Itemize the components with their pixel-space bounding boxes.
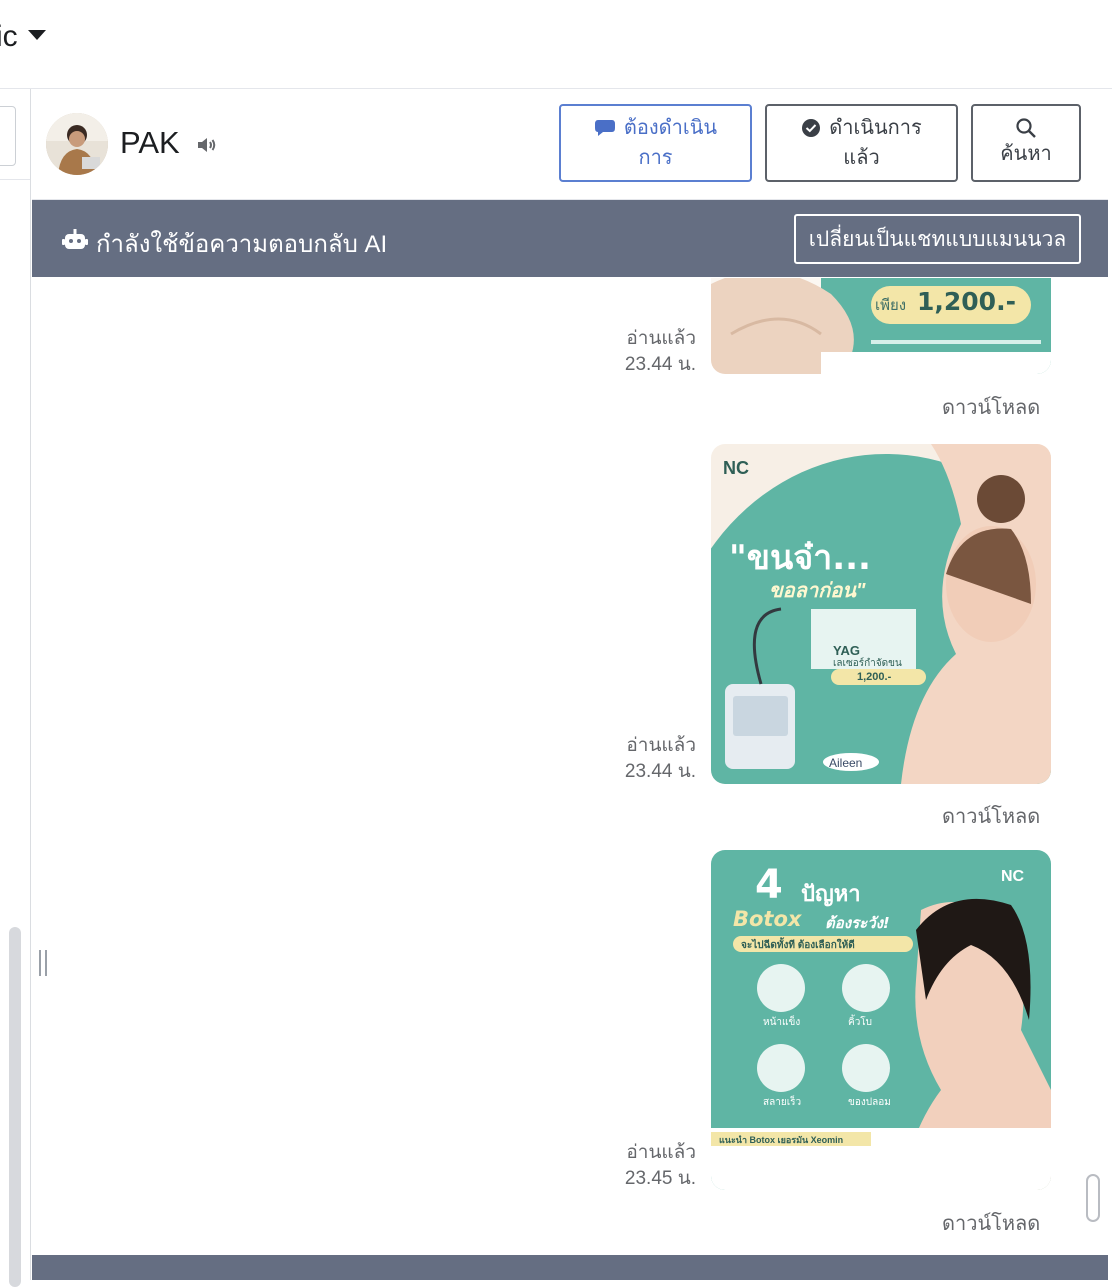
promo-recommend: แนะนำ Botox เยอรมัน Xeomin (719, 1135, 844, 1145)
caret-down-icon[interactable] (28, 30, 46, 40)
divider (0, 179, 30, 180)
page-selector-label[interactable]: ic (0, 20, 18, 54)
promo-caution: ต้องระวัง! (825, 914, 890, 932)
brand-logo: NC (1001, 868, 1025, 885)
message-image[interactable]: NC 4 ปัญหา Botox ต้องระวัง! จะไปฉีดทั้งท… (711, 850, 1051, 1190)
read-receipt: อ่านแล้ว 23.44 น. (625, 733, 696, 785)
promo-botox: Botox (733, 907, 802, 931)
download-link[interactable]: ดาวน์โหลด (942, 391, 1040, 423)
pane-resize-handle[interactable] (39, 950, 49, 976)
message-list: อ่านแล้ว 23.44 น. เพียง 1,200.- ดาวน์โหล… (32, 278, 1108, 1255)
promo-headline: ปัญหา (801, 882, 861, 907)
brand-logo: NC (723, 458, 749, 478)
avatar[interactable] (46, 113, 108, 175)
robot-icon (62, 229, 88, 249)
conversation-search-input[interactable] (0, 106, 16, 166)
promo-tagline: จะไปฉีดทั้งที ต้องเลือกให้ดี (741, 940, 855, 951)
promo-item-3: สลายเร็ว (763, 1097, 802, 1108)
needs-action-button[interactable]: ต้องดำเนิน การ (559, 104, 752, 182)
search-button[interactable]: ค้นหา (971, 104, 1081, 182)
price-text: 1,200.- (917, 287, 1016, 316)
download-link[interactable]: ดาวน์โหลด (942, 800, 1040, 832)
search-icon (1016, 118, 1036, 138)
composer-bar (32, 1255, 1108, 1280)
switch-to-manual-button[interactable]: เปลี่ยนเป็นแชทแบบแมนนวล (794, 214, 1081, 264)
promo-number: 4 (755, 862, 783, 908)
promo-item-4: ของปลอม (848, 1097, 891, 1108)
message-time: 23.44 น. (624, 761, 696, 782)
chat-bubble-icon (594, 120, 615, 136)
ai-reply-bar: กำลังใช้ข้อความตอบกลับ AI เปลี่ยนเป็นแชท… (32, 200, 1108, 277)
read-receipt: อ่านแล้ว 23.44 น. (625, 326, 696, 378)
chat-header: PAK ต้องดำเนิน การ ดำเนินการ แล้ว ค้นหา (32, 89, 1108, 200)
contact-name: PAK (120, 125, 180, 160)
message-time: 23.45 น. (624, 1168, 696, 1189)
read-label: อ่านแล้ว (626, 328, 696, 349)
message-list-scrollbar[interactable] (1086, 1174, 1100, 1222)
promo-yag-sub: เลเซอร์กำจัดขน (833, 658, 902, 669)
done-label-2: แล้ว (843, 147, 880, 169)
read-receipt: อ่านแล้ว 23.45 น. (625, 1140, 696, 1192)
read-label: อ่านแล้ว (626, 1142, 696, 1163)
promo-subheadline: ขอลาก่อน" (769, 580, 866, 602)
done-button[interactable]: ดำเนินการ แล้ว (765, 104, 958, 182)
needs-action-label-2: การ (638, 147, 673, 169)
ai-reply-status: กำลังใช้ข้อความตอบกลับ AI (96, 231, 388, 258)
needs-action-label-1: ต้องดำเนิน (623, 117, 718, 139)
search-label: ค้นหา (1000, 143, 1052, 165)
read-label: อ่านแล้ว (626, 735, 696, 756)
price-prefix: เพียง (875, 297, 907, 314)
top-bar: ic (0, 0, 1112, 89)
download-link[interactable]: ดาวน์โหลด (942, 1207, 1040, 1239)
message-image[interactable]: เพียง 1,200.- (711, 278, 1051, 374)
conversation-list-pane (0, 89, 31, 1287)
speaker-icon[interactable] (195, 133, 219, 157)
done-label-1: ดำเนินการ (829, 117, 922, 139)
check-bubble-icon (802, 119, 821, 137)
message-time: 23.44 น. (624, 354, 696, 375)
promo-item-2: คิ้วโบ (848, 1017, 873, 1028)
chat-pane: PAK ต้องดำเนิน การ ดำเนินการ แล้ว ค้นหา … (32, 89, 1108, 1280)
promo-price: 1,200.- (857, 671, 892, 683)
conversation-list-scrollbar[interactable] (9, 927, 21, 1287)
promo-brand: Aileen (829, 756, 863, 770)
message-image[interactable]: NC "ขนจ๋า... ขอลาก่อน" YAG เลเซอร์กำจัดข… (711, 444, 1051, 784)
promo-item-1: หน้าแข็ง (763, 1017, 801, 1028)
